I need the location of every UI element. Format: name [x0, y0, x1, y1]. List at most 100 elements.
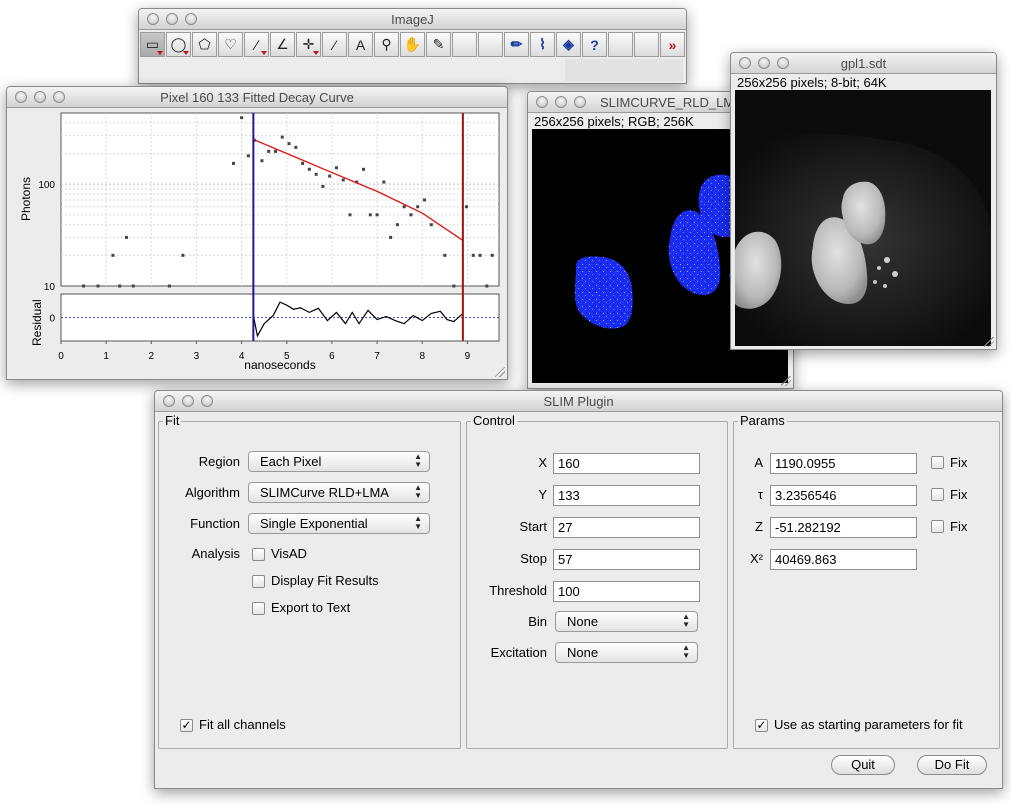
export-to-text-checkbox[interactable] — [252, 602, 265, 615]
x-label: X — [538, 455, 547, 470]
threshold-label: Threshold — [489, 583, 547, 598]
zoom-button[interactable] — [574, 96, 586, 108]
minimize-button[interactable] — [555, 96, 567, 108]
quit-button[interactable]: Quit — [831, 755, 895, 775]
imagej-titlebar[interactable]: ImageJ — [139, 9, 686, 30]
data-point — [307, 167, 311, 171]
gpl-titlebar[interactable]: gpl1.sdt — [731, 53, 996, 74]
fix-tau-checkbox[interactable] — [931, 488, 944, 501]
data-point — [280, 135, 284, 139]
excitation-select[interactable]: None ▲ ▼ — [555, 642, 698, 663]
decay-chart[interactable]: Photons Residual nanoseconds 0 1 2 3 4 5 6 7 8 9 1… — [7, 108, 507, 378]
granule — [884, 257, 890, 263]
magnifier-tool-icon[interactable]: ⚲ — [374, 32, 399, 57]
data-point — [362, 167, 366, 171]
chi-square-field[interactable]: 40469.863 — [770, 549, 917, 570]
bin-select[interactable]: None ▲ ▼ — [555, 611, 698, 632]
data-point — [321, 184, 325, 188]
fit-all-channels-checkbox[interactable]: ✓ — [180, 719, 193, 732]
window-title: gpl1.sdt — [840, 56, 887, 71]
start-field[interactable]: 27 — [553, 517, 700, 538]
region-select[interactable]: Each Pixel ▲ ▼ — [248, 451, 430, 472]
data-point — [246, 154, 250, 158]
empty-slot — [452, 32, 477, 57]
resize-grip[interactable] — [781, 376, 791, 386]
empty-slot — [478, 32, 503, 57]
wand-tool-icon[interactable]: ⁄ — [322, 32, 347, 57]
function-select[interactable]: Single Exponential ▲ ▼ — [248, 513, 430, 534]
window-title: SLIM Plugin — [543, 394, 614, 409]
stop-field[interactable]: 57 — [553, 549, 700, 570]
resize-grip[interactable] — [984, 337, 994, 347]
use-as-starting-checkbox[interactable]: ✓ — [755, 719, 768, 732]
data-point — [490, 253, 494, 257]
gpl-image-window: gpl1.sdt 256x256 pixels; 8-bit; 64K — [730, 52, 997, 350]
residual-axis-label: Residual — [30, 299, 44, 346]
slim-plugin-window: SLIM Plugin Fit Region Each Pixel ▲ ▼ Algo… — [154, 390, 1003, 789]
x-tick-label: 9 — [465, 351, 471, 362]
polygon-tool-icon[interactable]: ⬠ — [192, 32, 217, 57]
submenu-indicator-icon — [313, 51, 319, 55]
stepper-arrows-icon: ▲ ▼ — [414, 452, 422, 469]
brush-tool-icon[interactable]: ⌇ — [530, 32, 555, 57]
function-label: Function — [190, 516, 240, 531]
decay-curve-window: Pixel 160 133 Fitted Decay Curve Photons… — [6, 86, 508, 380]
intensity-image[interactable] — [735, 90, 991, 346]
do-fit-button[interactable]: Do Fit — [917, 755, 987, 775]
resize-grip[interactable] — [495, 367, 505, 377]
text-tool-icon[interactable]: A — [348, 32, 373, 57]
start-label: Start — [519, 519, 547, 534]
excitation-label: Excitation — [490, 645, 547, 660]
pencil-tool-icon[interactable]: ✏ — [504, 32, 529, 57]
tau-field[interactable]: 3.2356546 — [770, 485, 917, 506]
decay-titlebar[interactable]: Pixel 160 133 Fitted Decay Curve — [7, 87, 507, 108]
region-value: Each Pixel — [260, 454, 322, 469]
angle-tool-icon[interactable]: ∠ — [270, 32, 295, 57]
help-icon[interactable]: ? — [582, 32, 607, 57]
z-field[interactable]: -51.282192 — [770, 517, 917, 538]
flood-fill-tool-icon[interactable]: ◈ — [556, 32, 581, 57]
more-tools-icon[interactable]: » — [660, 32, 685, 57]
slim-plugin-titlebar[interactable]: SLIM Plugin — [155, 391, 1002, 412]
point-tool-icon[interactable]: ✛ — [296, 32, 321, 57]
display-fit-results-checkbox[interactable] — [252, 575, 265, 588]
color-picker-tool-icon[interactable]: ✎ — [426, 32, 451, 57]
x-field[interactable]: 160 — [553, 453, 700, 474]
freehand-tool-icon[interactable]: ♡ — [218, 32, 243, 57]
y-field[interactable]: 133 — [553, 485, 700, 506]
line-tool-icon[interactable]: ∕ — [244, 32, 269, 57]
data-point — [328, 174, 332, 178]
x-tick-label: 2 — [149, 351, 155, 362]
fix-a-checkbox[interactable] — [931, 456, 944, 469]
scroll-tool-icon[interactable]: ✋ — [400, 32, 425, 57]
data-point — [301, 161, 305, 165]
granule — [883, 284, 887, 288]
x-tick-label: 3 — [194, 351, 200, 362]
data-point — [471, 253, 475, 257]
residual-tick-label: 0 — [49, 314, 55, 325]
fix-tau-label: Fix — [950, 487, 968, 502]
bin-label: Bin — [528, 614, 547, 629]
threshold-field[interactable]: 100 — [553, 581, 700, 602]
tau-label: τ — [757, 487, 763, 502]
data-point — [429, 223, 433, 227]
data-point — [167, 284, 171, 288]
visad-label: VisAD — [271, 546, 307, 561]
algorithm-select[interactable]: SLIMCurve RLD+LMA ▲ ▼ — [248, 482, 430, 503]
data-point — [452, 284, 456, 288]
x-tick-label: 4 — [239, 351, 245, 362]
oval-tool-icon[interactable]: ◯ — [166, 32, 191, 57]
data-point — [314, 172, 318, 176]
data-point — [240, 116, 244, 120]
rectangle-tool-icon[interactable]: ▭ — [140, 32, 165, 57]
data-point — [96, 284, 100, 288]
data-point — [382, 180, 386, 184]
fix-z-checkbox[interactable] — [931, 520, 944, 533]
empty-slot — [634, 32, 659, 57]
data-point — [287, 142, 291, 146]
data-point — [260, 159, 264, 163]
visad-checkbox[interactable] — [252, 548, 265, 561]
close-button[interactable] — [536, 96, 548, 108]
a-field[interactable]: 1190.0955 — [770, 453, 917, 474]
data-point — [402, 205, 406, 209]
